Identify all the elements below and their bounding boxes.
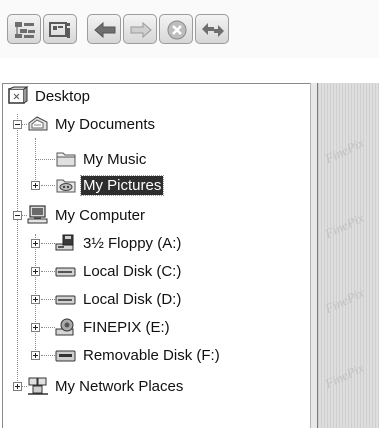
expand-toggle[interactable]: [31, 351, 40, 360]
tree-item-label: My Network Places: [55, 377, 184, 395]
tree-item-label: My Documents: [55, 115, 156, 133]
properties-icon: [49, 22, 70, 38]
forward-button[interactable]: [123, 14, 157, 44]
properties-button[interactable]: [43, 14, 77, 44]
folder-icon: [55, 149, 77, 169]
back-arrow-icon: [94, 21, 116, 39]
collapse-toggle[interactable]: [13, 211, 22, 220]
tree-item-local-disk-d[interactable]: Local Disk (D:): [55, 287, 183, 311]
refresh-button[interactable]: [195, 14, 229, 44]
tree-item-label: Local Disk (D:): [83, 290, 182, 308]
tree-item-label: FINEPIX (E:): [83, 318, 170, 336]
tree-item-label: My Computer: [55, 206, 146, 224]
stop-button[interactable]: [159, 14, 193, 44]
my-documents-icon: [27, 114, 49, 134]
tree-item-my-documents[interactable]: My Documents: [27, 112, 157, 136]
folder-tree[interactable]: Desktop My Documents My Music My Picture…: [2, 83, 311, 428]
stop-icon: [167, 20, 187, 40]
tree-item-my-computer[interactable]: My Computer: [27, 203, 147, 227]
tree-item-label: My Pictures: [79, 174, 165, 196]
expand-toggle[interactable]: [13, 382, 22, 391]
tree-item-network-places[interactable]: My Network Places: [27, 374, 185, 398]
tree-item-local-disk-c[interactable]: Local Disk (C:): [55, 259, 183, 283]
expand-toggle[interactable]: [31, 181, 40, 190]
tree-item-floppy[interactable]: 3½ Floppy (A:): [55, 231, 183, 255]
back-button[interactable]: [87, 14, 121, 44]
expand-toggle[interactable]: [31, 295, 40, 304]
tree-item-my-pictures[interactable]: My Pictures: [55, 173, 165, 197]
watermark-text: FinePix: [322, 285, 367, 317]
tree-item-label: My Music: [83, 150, 147, 168]
refresh-icon: [202, 23, 224, 37]
explorer-window: Desktop My Documents My Music My Picture…: [0, 0, 379, 428]
expand-toggle[interactable]: [31, 323, 40, 332]
hard-disk-icon: [55, 289, 77, 309]
tree-item-my-music[interactable]: My Music: [55, 147, 148, 171]
expand-toggle[interactable]: [31, 267, 40, 276]
watermark-text: FinePix: [322, 135, 367, 167]
tree-item-label: Removable Disk (F:): [83, 346, 220, 364]
hard-disk-icon: [55, 261, 77, 281]
watermark-text: FinePix: [322, 210, 367, 242]
tree-item-finepix[interactable]: FINEPIX (E:): [55, 315, 172, 339]
expand-toggle[interactable]: [31, 239, 40, 248]
tree-item-label: 3½ Floppy (A:): [83, 234, 182, 252]
collapse-toggle[interactable]: [13, 120, 22, 129]
tree-item-label: Local Disk (C:): [83, 262, 182, 280]
tree-item-removable-disk[interactable]: Removable Disk (F:): [55, 343, 222, 367]
network-places-icon: [27, 376, 49, 396]
desktop-icon: [7, 86, 29, 106]
watermark-text: FinePix: [322, 360, 367, 392]
forward-arrow-icon: [130, 21, 152, 39]
folder-tree-button[interactable]: [7, 14, 41, 44]
preview-pane: FinePix FinePix FinePix FinePix: [318, 83, 379, 428]
toolbar: [0, 0, 379, 58]
pane-splitter[interactable]: [310, 83, 318, 428]
folder-tree-icon: [15, 22, 35, 38]
computer-icon: [27, 205, 49, 225]
removable-disk-icon: [55, 345, 77, 365]
floppy-drive-icon: [55, 233, 77, 253]
camera-drive-icon: [55, 317, 77, 337]
pictures-folder-icon: [55, 175, 77, 195]
tree-item-desktop[interactable]: Desktop: [7, 84, 92, 108]
tree-item-label: Desktop: [35, 87, 91, 105]
